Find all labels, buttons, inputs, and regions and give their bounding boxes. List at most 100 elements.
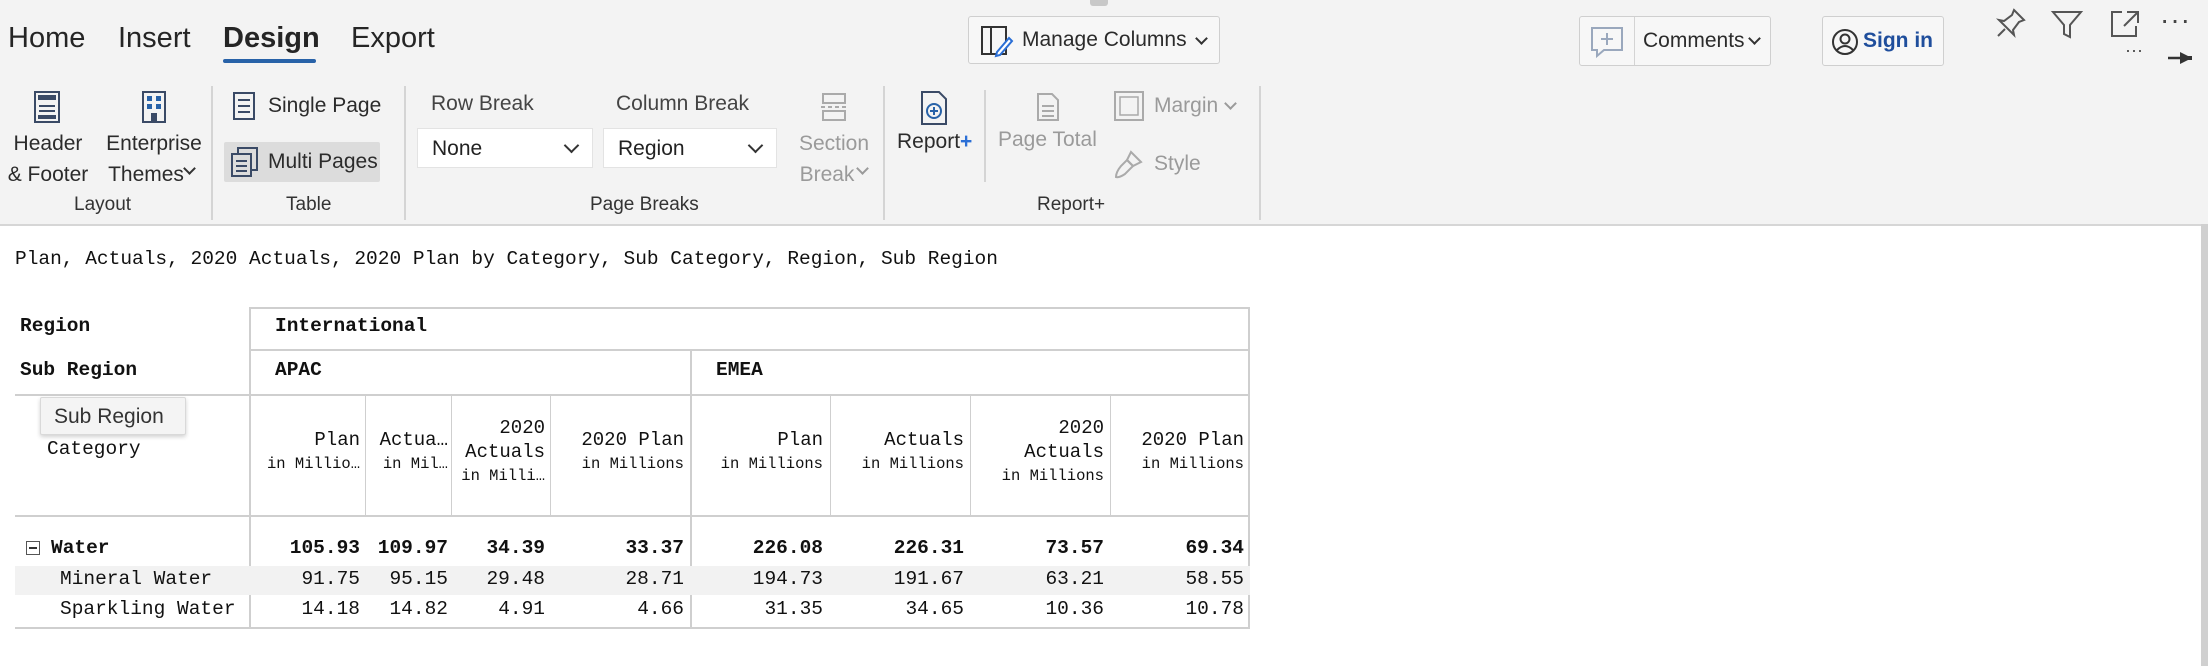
chevron-down-icon [1224, 97, 1237, 110]
section-break-label-2: Break [799, 163, 855, 186]
header-footer-label: Header [13, 132, 83, 155]
table-cell: 109.97 [377, 537, 448, 559]
chevron-down-icon [1195, 32, 1208, 45]
margin-button[interactable]: Margin [1110, 88, 1242, 124]
column-header[interactable]: Plan in Millions [721, 428, 823, 476]
multi-pages-label: Multi Pages [268, 150, 378, 173]
table-cell: 4.66 [637, 598, 684, 620]
table-cell: 34.39 [486, 537, 545, 559]
row-label-water[interactable]: Water [51, 537, 110, 559]
group-label-layout: Layout [74, 194, 132, 215]
sub-region-header-apac[interactable]: APAC [275, 359, 322, 381]
expand-icon[interactable] [2108, 8, 2142, 40]
style-label: Style [1154, 152, 1201, 175]
grid-line [970, 395, 971, 517]
column-header[interactable]: 2020 Actuals in Milli… [461, 416, 545, 488]
column-header[interactable]: 2020 Plan in Millions [581, 428, 684, 476]
column-header[interactable]: Actuals in Millions [862, 428, 964, 476]
grid-line [249, 349, 1250, 351]
filter-icon[interactable] [2050, 8, 2084, 40]
table-cell: 73.57 [1045, 537, 1104, 559]
table-cell: 105.93 [289, 537, 360, 559]
sign-in-label: Sign in [1863, 29, 1933, 52]
report-description: Plan, Actuals, 2020 Actuals, 2020 Plan b… [15, 248, 998, 270]
column-break-label: Column Break [616, 92, 750, 115]
report-plus-sign: + [960, 130, 973, 153]
style-button[interactable]: Style [1110, 146, 1210, 182]
table-cell: 63.21 [1045, 568, 1104, 590]
comment-add-icon [1591, 27, 1623, 59]
grid-line [1110, 395, 1111, 517]
minus-icon [29, 547, 37, 549]
pin-icon[interactable] [1994, 6, 2028, 40]
table-cell: 10.78 [1185, 598, 1244, 620]
table-cell: 226.08 [752, 537, 823, 559]
row-header-category: Category [47, 438, 141, 460]
manage-columns-icon [981, 26, 1014, 58]
group-separator [211, 86, 213, 220]
more-small-icon[interactable]: ··· [2125, 40, 2143, 61]
user-icon [1832, 29, 1858, 55]
table-cell: 4.91 [498, 598, 545, 620]
tab-insert[interactable]: Insert [118, 22, 191, 55]
page-total-icon [1037, 93, 1059, 121]
row-break-label: Row Break [431, 92, 534, 115]
drag-handle[interactable] [1090, 0, 1108, 6]
row-header-sub-region: Sub Region [20, 359, 138, 381]
single-page-button[interactable]: Single Page [225, 88, 385, 126]
sign-in-button[interactable]: Sign in [1822, 16, 1944, 66]
region-header[interactable]: International [275, 315, 427, 337]
table-cell: 194.73 [752, 568, 823, 590]
column-header[interactable]: Actua… in Mil… [380, 428, 448, 476]
pin-panel-icon[interactable] [2166, 48, 2194, 68]
tab-home[interactable]: Home [8, 22, 85, 55]
grid-line [15, 627, 1250, 629]
section-break-button[interactable]: Section Break [792, 128, 876, 190]
multi-pages-icon [231, 147, 258, 177]
scrollbar[interactable] [2201, 224, 2208, 666]
page-total-label: Page Total [998, 128, 1097, 151]
row-break-value: None [432, 137, 483, 160]
enterprise-themes-label-2: Themes [108, 163, 184, 186]
table-cell: 34.65 [905, 598, 964, 620]
more-icon[interactable]: ··· [2160, 4, 2191, 36]
column-header[interactable]: 2020 Plan in Millions [1141, 428, 1244, 476]
grid-line [15, 394, 1250, 396]
manage-columns-button[interactable]: Manage Columns [968, 16, 1220, 64]
column-header[interactable]: Plan in Millio… [267, 428, 360, 476]
row-header-region: Region [20, 315, 91, 337]
table-cell: 91.75 [301, 568, 360, 590]
multi-pages-button[interactable]: Multi Pages [224, 142, 380, 182]
table-cell: 10.36 [1045, 598, 1104, 620]
column-break-select[interactable]: Region [603, 128, 777, 168]
table-cell: 14.82 [389, 598, 448, 620]
tooltip: Sub Region [40, 397, 186, 435]
report-plus-button[interactable]: Report+ [897, 130, 972, 154]
tab-design[interactable]: Design [223, 22, 320, 55]
enterprise-themes-button[interactable]: Enterprise Themes [100, 128, 208, 190]
grid-line [365, 395, 366, 517]
group-label-page-breaks: Page Breaks [590, 194, 699, 215]
divider [1634, 17, 1635, 65]
chevron-down-icon [1748, 32, 1761, 45]
group-separator [404, 86, 406, 220]
page-total-button[interactable]: Page Total [998, 128, 1097, 152]
column-header[interactable]: 2020 Actuals in Millions [1002, 416, 1104, 488]
group-separator [1259, 86, 1261, 220]
chevron-down-icon [563, 137, 580, 154]
row-break-select[interactable]: None [417, 128, 593, 168]
tab-export[interactable]: Export [351, 22, 435, 55]
row-label-sparkling-water[interactable]: Sparkling Water [60, 598, 236, 620]
table-cell: 95.15 [389, 568, 448, 590]
active-tab-indicator [223, 59, 316, 63]
row-label-mineral-water[interactable]: Mineral Water [60, 568, 212, 590]
collapse-toggle[interactable] [26, 541, 40, 555]
header-footer-button[interactable]: Header & Footer [0, 128, 96, 190]
group-separator [883, 86, 885, 220]
column-break-value: Region [618, 137, 685, 160]
grid-line [830, 395, 831, 517]
table-cell: 14.18 [301, 598, 360, 620]
sub-region-header-emea[interactable]: EMEA [716, 359, 763, 381]
chevron-down-icon [747, 137, 764, 154]
comments-button[interactable]: Comments [1579, 16, 1771, 66]
